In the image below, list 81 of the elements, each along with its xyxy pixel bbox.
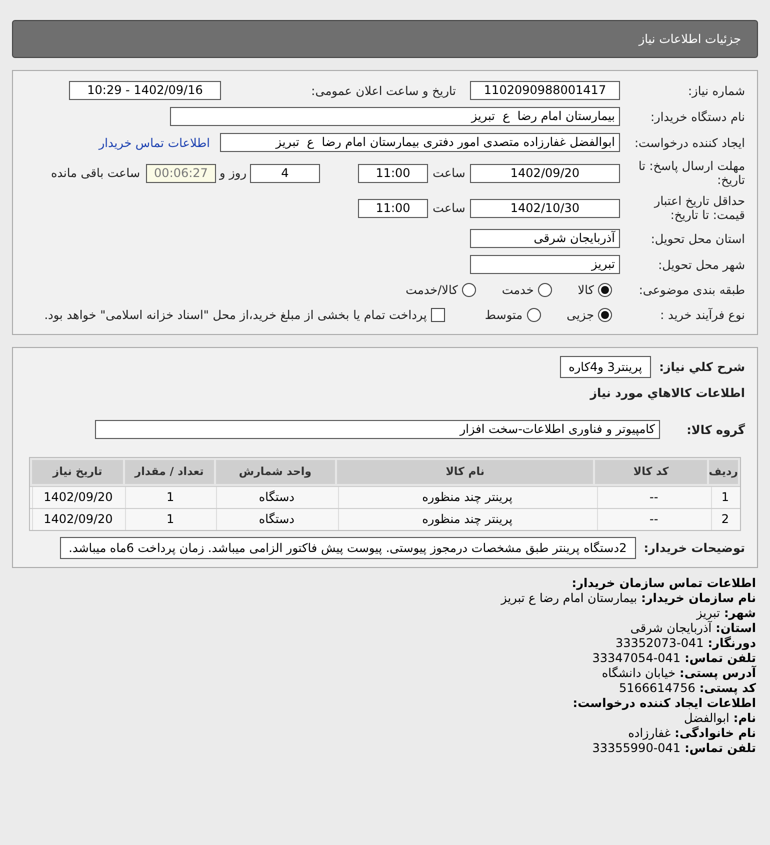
table-cell: -- xyxy=(597,509,710,530)
table-cell: دستگاه xyxy=(216,509,336,530)
radio-button[interactable] xyxy=(526,308,541,322)
field-label: کالا xyxy=(578,282,594,299)
announce-date-field: 1402/09/16 - 10:29 xyxy=(69,81,221,100)
field-label: شماره نیاز: xyxy=(688,84,745,98)
checkbox[interactable] xyxy=(430,308,445,322)
column-header: نام کالا xyxy=(336,460,594,484)
contact-label: نام خانوادگی: xyxy=(674,726,756,741)
field-label: توضیحات خریدار: xyxy=(644,540,745,557)
page-title: جزئيات اطلاعات نياز xyxy=(638,31,741,48)
field-label: تاریخ و ساعت اعلان عمومی: xyxy=(311,84,456,98)
contact-value: غفارزاده xyxy=(628,726,671,741)
deadline-date-field: 1402/09/20 xyxy=(470,164,620,182)
buyer-notes-field: 2دستگاه پرینتر طبق مشخصات درمجوز پیوستی. پیوست پیش فاکتور الزامی میباشد. زمان پرداخت 6ماه میباشد. xyxy=(60,537,636,559)
contact-value: تبریز xyxy=(696,606,720,621)
contact-label: نام: xyxy=(733,711,756,726)
table-cell: 2 xyxy=(711,509,738,530)
column-header: واحد شمارش xyxy=(216,460,335,484)
field-label: ایجاد کننده درخواست: xyxy=(634,136,745,150)
column-header: ردیف xyxy=(708,460,738,484)
field-label: اطلاعات کالاهاي مورد نياز xyxy=(590,386,745,400)
field-label: استان محل تحویل: xyxy=(650,232,745,246)
contact-value: 33352073-041 xyxy=(615,636,704,651)
validity-time-field: 11:00 xyxy=(358,198,428,218)
field-label: شرح کلي نياز: xyxy=(659,359,745,376)
field-label: جزیی xyxy=(566,307,594,324)
days-field: 4 xyxy=(250,164,320,182)
column-header: تاریخ نیاز xyxy=(32,460,124,484)
validity-date-field: 1402/10/30 xyxy=(470,198,620,218)
table-cell: 1402/09/20 xyxy=(32,509,124,530)
contact-label: شهر: xyxy=(724,606,756,621)
field-label: کالا/خدمت xyxy=(406,282,458,299)
field-label: ساعت xyxy=(432,166,466,180)
field-label: ساعت xyxy=(432,201,466,215)
buyer-name-field: بیمارستان امام رضا ع تبریز xyxy=(170,107,620,126)
contact-label: تلفن تماس: xyxy=(684,651,756,666)
table-cell: 1 xyxy=(125,509,214,530)
field-label: شهر محل تحویل: xyxy=(658,258,745,272)
table-cell: پرینتر چند منظوره xyxy=(338,509,596,530)
buyer-contact-link[interactable]: اطلاعات تماس خریدار xyxy=(98,134,210,152)
column-header: تعداد / مقدار xyxy=(125,460,214,484)
province-field: آذربایجان شرقی xyxy=(470,229,620,248)
deadline-time-field: 11:00 xyxy=(358,164,428,182)
contact-heading: اطلاعات ایجاد کننده درخواست: xyxy=(572,696,756,710)
field-label: خدمت xyxy=(502,282,534,299)
need-number-field: 1102090988001417 xyxy=(470,81,620,100)
contact-label: استان: xyxy=(716,621,756,636)
contact-heading: اطلاعات تماس سازمان خریدار: xyxy=(572,576,756,590)
field-label: روز و xyxy=(220,166,246,180)
contact-value: بیمارستان امام رضا ع تبریز xyxy=(501,591,638,606)
contact-label: دورنگار: xyxy=(708,636,756,651)
contact-value: 33355990-041 xyxy=(592,741,681,756)
contact-label: نام سازمان خریدار: xyxy=(641,591,756,606)
field-label: ساعت باقی مانده xyxy=(50,166,140,180)
field-label: مهلت ارسال پاسخ: تا تاریخ: xyxy=(638,159,745,187)
field-label: گروه کالا: xyxy=(686,422,745,436)
field-label: نوع فرآیند خرید : xyxy=(660,308,745,322)
contact-value: 5166614756 xyxy=(618,681,696,696)
contact-label: کد پستی: xyxy=(699,681,756,696)
radio-button[interactable] xyxy=(598,283,612,297)
radio-button[interactable] xyxy=(598,308,612,322)
field-label: طبقه بندی موضوعی: xyxy=(638,283,745,297)
contact-value: آذربایجان شرقی xyxy=(630,621,712,636)
contact-label: تلفن تماس: xyxy=(684,741,756,756)
city-field: تبریز xyxy=(470,255,620,274)
contact-value: ابوالفضل xyxy=(684,711,730,726)
remaining-time-field: 00:06:27 xyxy=(146,164,216,182)
contact-value: خیابان دانشگاه xyxy=(602,666,676,681)
goods-group-field: کامپیوتر و فناوری اطلاعات-سخت افزار xyxy=(95,420,660,439)
contact-label: آدرس پستی: xyxy=(680,666,756,681)
field-label: پرداخت تمام یا بخشی از مبلغ خرید،از محل "اسناد خزانه اسلامی" خواهد بود. xyxy=(44,307,427,324)
radio-button[interactable] xyxy=(462,283,476,297)
field-label: متوسط xyxy=(484,307,523,324)
field-label: حداقل تاریخ اعتبار قیمت: تا تاریخ: xyxy=(654,194,745,222)
contact-value: 33347054-041 xyxy=(592,651,681,666)
description-field: پرینتر3 و4کاره xyxy=(560,356,652,378)
radio-button[interactable] xyxy=(538,283,552,297)
requester-field: ابوالفضل غفارزاده متصدی امور دفتری بیمارستان امام رضا ع تبریز xyxy=(220,133,620,152)
column-header: کد کالا xyxy=(595,460,707,484)
field-label: نام دستگاه خریدار: xyxy=(650,110,745,124)
